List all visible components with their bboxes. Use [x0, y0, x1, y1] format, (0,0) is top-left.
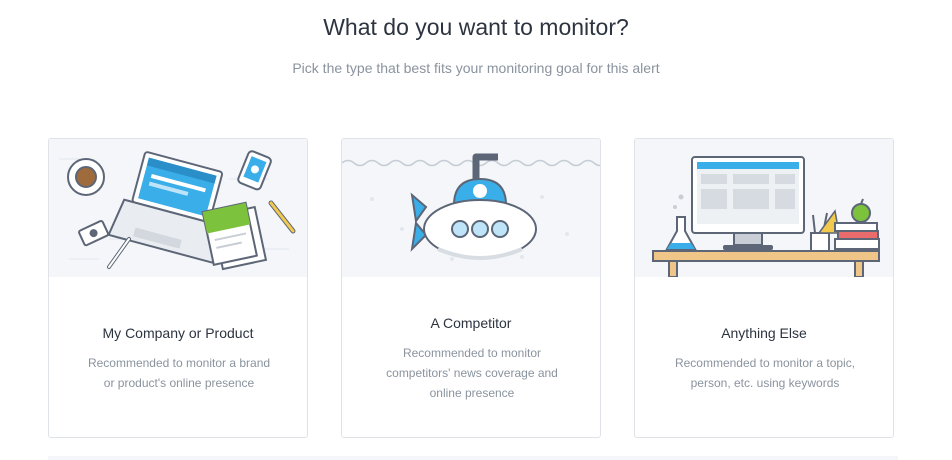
bottom-divider	[48, 456, 898, 460]
option-card-title: Anything Else	[721, 325, 807, 341]
option-card-competitor[interactable]: A Competitor Recommended to monitor comp…	[341, 138, 601, 438]
option-card-anything-else[interactable]: Anything Else Recommended to monitor a t…	[634, 138, 894, 438]
desktop-computer-illustration	[635, 139, 893, 277]
page-title: What do you want to monitor?	[323, 14, 629, 40]
option-card-company[interactable]: My Company or Product Recommended to mon…	[48, 138, 308, 438]
option-card-description: Recommended to monitor a topic, person, …	[674, 356, 856, 390]
laptop-desk-illustration	[49, 139, 307, 277]
submarine-illustration	[342, 139, 600, 277]
option-card-description: Recommended to monitor competitors' news…	[386, 346, 558, 400]
page-subtitle: Pick the type that best fits your monito…	[292, 60, 660, 76]
option-card-description: Recommended to monitor a brand or produc…	[87, 356, 271, 390]
option-card-title: My Company or Product	[102, 325, 254, 341]
option-card-title: A Competitor	[430, 315, 512, 331]
